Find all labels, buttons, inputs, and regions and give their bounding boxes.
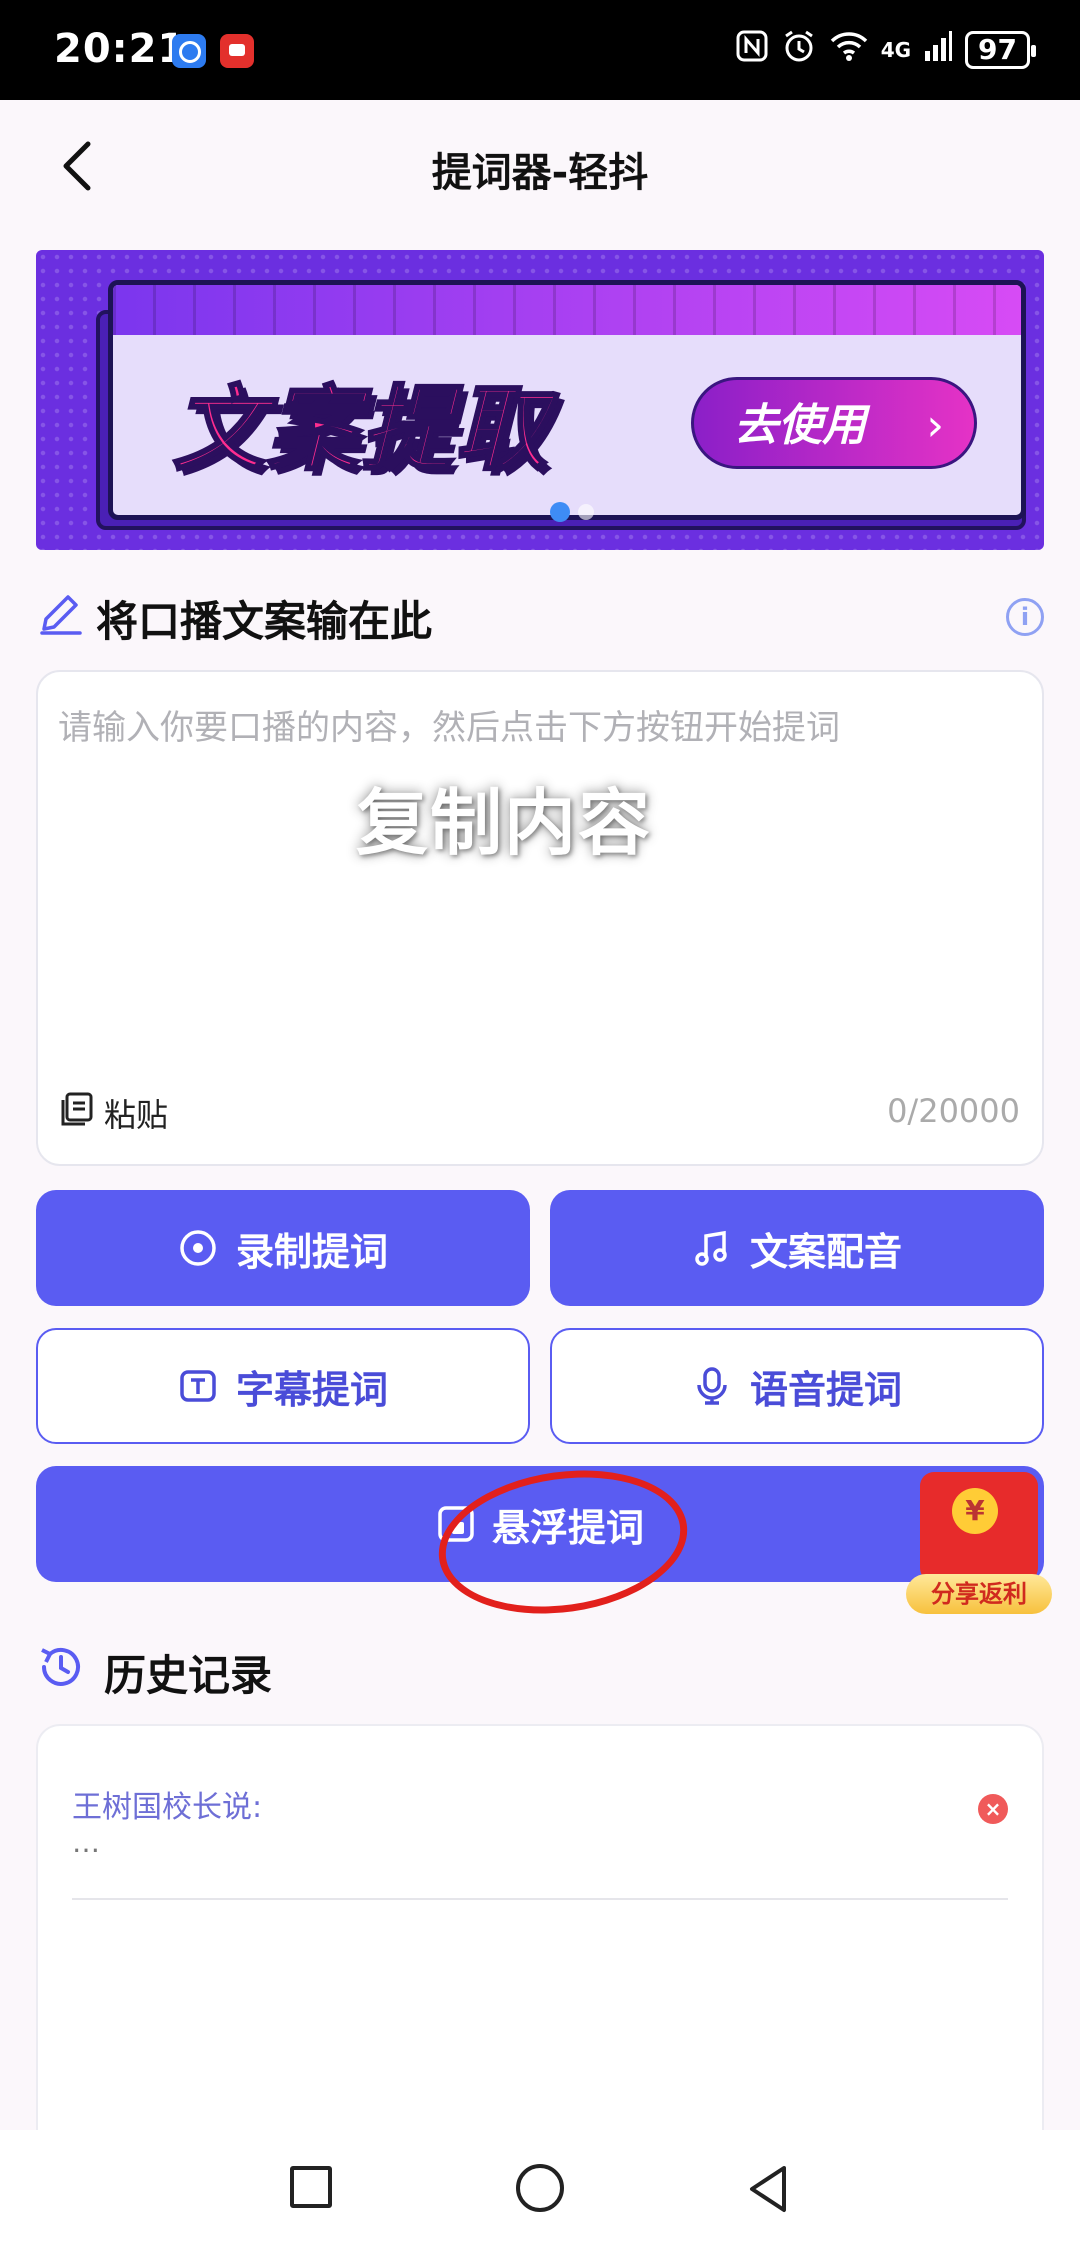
voice-prompter-button[interactable]: 语音提词 — [550, 1328, 1044, 1444]
history-clock-icon — [36, 1642, 86, 1702]
alarm-icon — [781, 28, 817, 72]
paste-button[interactable]: 粘贴 — [58, 1090, 168, 1136]
app-header: 提词器-轻抖 — [0, 100, 1080, 230]
home-icon[interactable] — [516, 2164, 564, 2212]
banner-card: 文案提取 去使用 › — [108, 280, 1026, 520]
copy-content-overlay: 复制内容 — [356, 781, 653, 865]
voice-prompter-label: 语音提词 — [749, 1367, 902, 1412]
script-dubbing-label: 文案配音 — [749, 1229, 902, 1274]
history-section-title: 历史记录 — [36, 1640, 272, 1704]
script-input-placeholder: 请输入你要口播的内容，然后点击下方按钮开始提词 — [58, 708, 840, 748]
text-box-icon — [178, 1366, 218, 1406]
chevron-right-icon: › — [926, 400, 944, 451]
status-time: 20:21 — [54, 26, 187, 72]
banner-use-button[interactable]: 去使用 › — [691, 377, 977, 469]
delete-icon[interactable]: × — [978, 1794, 1008, 1824]
microphone-icon — [692, 1366, 732, 1406]
script-input[interactable]: 请输入你要口播的内容，然后点击下方按钮开始提词 粘贴 0/20000 — [36, 670, 1044, 1166]
status-icons: 4G 97 — [735, 28, 1036, 72]
history-divider — [72, 1898, 1008, 1900]
banner-headline: 文案提取 — [171, 375, 550, 485]
history-list: 王树国校长说: … × — [36, 1724, 1044, 2144]
wifi-icon — [829, 29, 869, 71]
battery-indicator: 97 — [965, 31, 1036, 69]
coin-icon: ¥ — [952, 1488, 998, 1534]
share-rebate-label: 分享返利 — [906, 1574, 1052, 1614]
signal-icon — [923, 29, 953, 71]
share-rebate-widget[interactable]: ¥ 分享返利 — [906, 1460, 1056, 1620]
clipboard-icon — [58, 1090, 96, 1136]
editor-section-label: 将口播文案输在此 — [96, 596, 433, 646]
nfc-icon — [735, 29, 769, 71]
system-navigation-bar — [0, 2130, 1080, 2244]
editor-section-title: 将口播文案输在此 — [36, 588, 432, 648]
music-note-icon — [692, 1228, 732, 1268]
subtitle-prompter-button[interactable]: 字幕提词 — [36, 1328, 530, 1444]
app-notification-icon — [172, 34, 206, 68]
system-back-icon[interactable] — [744, 2164, 794, 2214]
subtitle-prompter-label: 字幕提词 — [235, 1367, 388, 1412]
record-prompter-label: 录制提词 — [235, 1229, 388, 1274]
banner-pagination — [550, 502, 594, 522]
history-item-title[interactable]: 王树国校长说: — [72, 1782, 262, 1826]
banner-card-header — [113, 285, 1021, 335]
record-icon — [178, 1228, 218, 1268]
paste-label: 粘贴 — [104, 1096, 169, 1134]
character-counter: 0/20000 — [887, 1092, 1020, 1130]
script-dubbing-button[interactable]: 文案配音 — [550, 1190, 1044, 1306]
page-title: 提词器-轻抖 — [431, 150, 649, 196]
history-item-preview[interactable]: … — [72, 1826, 100, 1859]
banner-use-label: 去使用 — [734, 400, 866, 451]
info-icon[interactable]: i — [1006, 598, 1044, 636]
pencil-icon — [36, 589, 84, 647]
recent-apps-icon[interactable] — [290, 2166, 332, 2208]
status-bar: 20:21 4G 97 — [0, 0, 1080, 100]
pagination-dot-active[interactable] — [550, 502, 570, 522]
network-label: 4G — [880, 38, 912, 62]
history-section-label: 历史记录 — [104, 1650, 273, 1700]
message-notification-icon — [220, 34, 254, 68]
pagination-dot[interactable] — [578, 504, 594, 520]
promo-banner[interactable]: 文案提取 去使用 › — [36, 250, 1044, 550]
record-prompter-button[interactable]: 录制提词 — [36, 1190, 530, 1306]
